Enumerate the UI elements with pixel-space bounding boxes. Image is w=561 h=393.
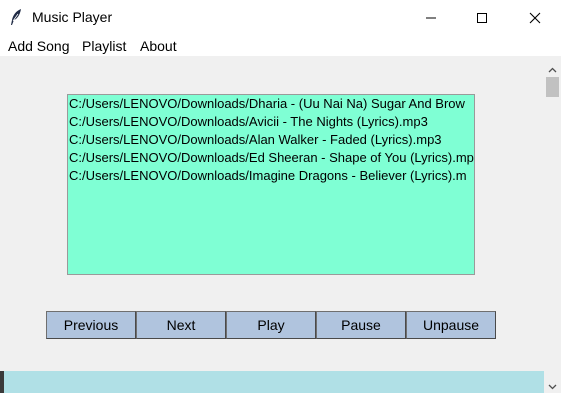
next-button[interactable]: Next: [136, 311, 226, 339]
feather-icon: [8, 8, 24, 26]
maximize-button[interactable]: [459, 0, 505, 36]
scroll-up-button[interactable]: [544, 56, 561, 78]
vertical-scrollbar[interactable]: [544, 56, 561, 393]
menu-playlist[interactable]: Playlist: [82, 38, 126, 54]
scroll-thumb[interactable]: [546, 77, 559, 97]
playlist-listbox[interactable]: C:/Users/LENOVO/Downloads/Dharia - (Uu N…: [67, 94, 475, 275]
minimize-icon: [425, 9, 437, 28]
scroll-down-button[interactable]: [544, 375, 561, 393]
menu-add-song[interactable]: Add Song: [8, 38, 70, 54]
title-bar: Music Player: [0, 0, 561, 36]
playlist-item[interactable]: C:/Users/LENOVO/Downloads/Avicii - The N…: [68, 113, 474, 131]
close-icon: [529, 9, 541, 28]
chevron-down-icon: [548, 375, 557, 393]
minimize-button[interactable]: [408, 0, 454, 36]
menu-bar: Add Song Playlist About: [0, 36, 561, 56]
previous-button[interactable]: Previous: [46, 311, 136, 339]
playlist-item[interactable]: C:/Users/LENOVO/Downloads/Imagine Dragon…: [68, 167, 474, 185]
unpause-button[interactable]: Unpause: [406, 311, 496, 339]
playlist-item[interactable]: C:/Users/LENOVO/Downloads/Ed Sheeran - S…: [68, 149, 474, 167]
status-strip-edge: [0, 371, 4, 393]
maximize-icon: [476, 9, 488, 28]
status-strip: [0, 371, 544, 393]
playlist-item[interactable]: C:/Users/LENOVO/Downloads/Dharia - (Uu N…: [68, 95, 474, 113]
window-title: Music Player: [32, 9, 113, 25]
chevron-up-icon: [548, 58, 557, 77]
play-button[interactable]: Play: [226, 311, 316, 339]
pause-button[interactable]: Pause: [316, 311, 406, 339]
menu-about[interactable]: About: [140, 38, 177, 54]
player-controls: Previous Next Play Pause Unpause: [46, 311, 496, 339]
playlist-item[interactable]: C:/Users/LENOVO/Downloads/Alan Walker - …: [68, 131, 474, 149]
close-button[interactable]: [512, 0, 558, 36]
